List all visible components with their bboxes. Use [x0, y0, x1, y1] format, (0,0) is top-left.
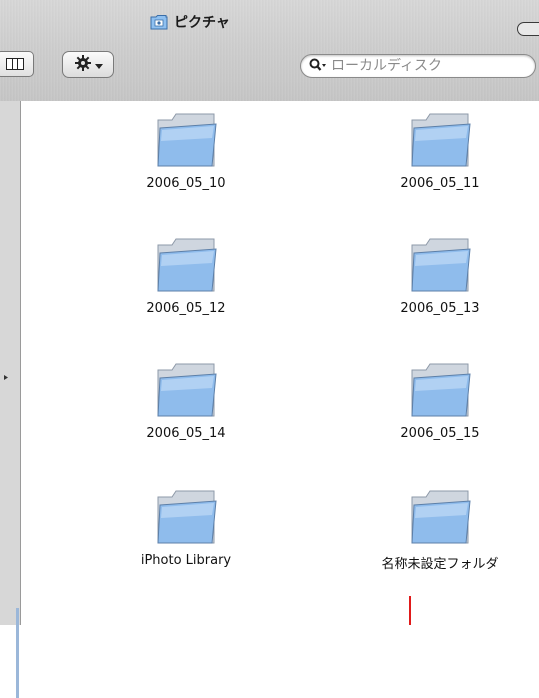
folder-icon	[340, 233, 539, 295]
sidebar-selection-accent	[16, 608, 19, 698]
folder-icon	[86, 108, 286, 170]
folder-label: 名称未設定フォルダ	[381, 557, 499, 572]
folder-label: 2006_05_10	[146, 176, 226, 191]
folder-label: 2006_05_14	[146, 426, 226, 441]
folder-item[interactable]: 2006_05_13	[340, 233, 539, 353]
folder-label: 2006_05_13	[400, 301, 480, 316]
folder-icon	[340, 358, 539, 420]
folder-item[interactable]: 2006_05_14	[86, 358, 286, 478]
folder-label: 2006_05_11	[400, 176, 480, 191]
sidebar-resize-handle[interactable]	[4, 365, 8, 380]
folder-item[interactable]: 2006_05_12	[86, 233, 286, 353]
folder-icon	[86, 358, 286, 420]
text-cursor-marker	[409, 596, 411, 625]
gear-icon	[74, 54, 92, 76]
search-input[interactable]	[331, 58, 511, 74]
pictures-folder-icon	[150, 14, 168, 30]
column-view-button[interactable]	[0, 51, 34, 77]
folder-item[interactable]: 2006_05_15	[340, 358, 539, 478]
folder-icon	[86, 485, 286, 547]
sidebar-edge	[0, 101, 21, 698]
search-field[interactable]	[300, 54, 536, 78]
action-menu-button[interactable]	[62, 51, 114, 78]
folder-item[interactable]: 2006_05_10	[86, 108, 286, 228]
chevron-down-icon	[94, 55, 103, 74]
folder-label: 2006_05_12	[146, 301, 226, 316]
window-title: ピクチャ	[174, 15, 230, 31]
folder-icon	[340, 485, 539, 547]
folder-item[interactable]: 2006_05_11	[340, 108, 539, 228]
folder-label: 2006_05_15	[400, 426, 480, 441]
folder-icon	[340, 108, 539, 170]
folder-icon-grid: 2006_05_10 2006_05_11 2006_05_12 2006_05…	[21, 101, 539, 625]
folder-icon	[86, 233, 286, 295]
toolbar-toggle-button[interactable]	[517, 22, 539, 36]
window-toolbar: ピクチャ	[0, 0, 539, 102]
window-title-group: ピクチャ	[150, 12, 230, 32]
column-view-icon	[6, 55, 24, 74]
folder-label: iPhoto Library	[140, 553, 232, 568]
folder-item[interactable]: 名称未設定フォルダ	[340, 485, 539, 605]
folder-item[interactable]: iPhoto Library	[86, 485, 286, 605]
search-icon	[309, 57, 327, 76]
